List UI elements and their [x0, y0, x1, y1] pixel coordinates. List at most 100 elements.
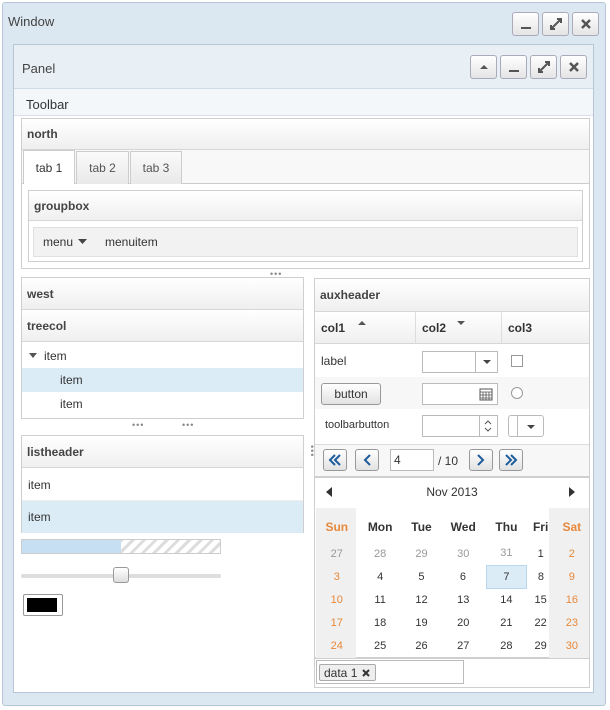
calendar-day[interactable]: 22	[527, 611, 555, 634]
col2-header[interactable]: col2	[416, 312, 502, 344]
close-button[interactable]	[572, 12, 599, 36]
calendar-day[interactable]: 8	[527, 565, 555, 588]
west-splitter-1[interactable]: •••	[132, 420, 144, 430]
minimize-icon	[508, 70, 519, 72]
calendar-day[interactable]: 18	[358, 611, 403, 634]
grid: auxheader col1 col2 col3 label button to…	[314, 278, 590, 477]
progress-fill	[22, 540, 121, 553]
close-icon	[568, 62, 579, 72]
calendar-day[interactable]: 30	[440, 542, 486, 565]
west-region: west treecol item item item	[21, 277, 304, 419]
calendar-day[interactable]: 27	[316, 542, 358, 565]
first-page-button[interactable]	[323, 449, 347, 471]
auxheader: auxheader	[315, 279, 589, 312]
calendar-day[interactable]: 9	[555, 565, 589, 588]
calendar-day[interactable]: 25	[358, 634, 403, 657]
calendar-day[interactable]: 28	[358, 542, 403, 565]
calendar-day[interactable]: 27	[440, 634, 486, 657]
calendar-day[interactable]: 24	[316, 634, 358, 657]
grid-button[interactable]: button	[321, 383, 381, 405]
calendar-day[interactable]: 14	[486, 588, 526, 611]
maximize-button[interactable]	[542, 12, 569, 36]
chevron-down-icon	[29, 353, 37, 358]
list-item[interactable]: item	[22, 469, 303, 501]
page-input[interactable]: 4	[390, 449, 434, 471]
last-page-button[interactable]	[499, 449, 523, 471]
double-chevron-left-icon	[328, 454, 341, 466]
tree-item[interactable]: item	[22, 392, 303, 416]
calendar-day[interactable]: 15	[527, 588, 555, 611]
calendar-day[interactable]: 11	[358, 588, 403, 611]
west-splitter-2[interactable]: •••	[182, 420, 194, 430]
calendar-grid: Sun Mon Tue Wed Thu Fri Sat 27 28 29 30 31 1 2 3 4 5 6 7 8 9…	[316, 512, 589, 657]
calendar-day[interactable]: 4	[358, 565, 403, 588]
calendar-day[interactable]: 3	[316, 565, 358, 588]
panel-maximize-button[interactable]	[530, 55, 557, 79]
list-item-selected[interactable]: item	[22, 501, 303, 533]
combobox-toggle[interactable]	[475, 352, 497, 372]
tab-2[interactable]: tab 2	[76, 151, 129, 184]
col1-header[interactable]: col1	[315, 312, 416, 344]
tab-1[interactable]: tab 1	[23, 150, 75, 184]
calendar-day[interactable]: 20	[440, 611, 486, 634]
sort-desc-icon	[457, 321, 466, 325]
calendar-day[interactable]: 12	[403, 588, 440, 611]
calendar-day[interactable]: 23	[555, 611, 589, 634]
radio[interactable]	[511, 387, 523, 399]
tree-item-label: item	[44, 349, 67, 363]
col2-label: col2	[422, 321, 447, 335]
calendar-day[interactable]: 1	[527, 542, 555, 565]
calendar-day[interactable]: 30	[555, 634, 589, 657]
calendar-day[interactable]: 26	[403, 634, 440, 657]
calendar-day[interactable]: 13	[440, 588, 486, 611]
panel-title: Panel	[22, 61, 56, 76]
panel-close-button[interactable]	[560, 55, 587, 79]
spinner-buttons[interactable]	[479, 416, 497, 436]
calendar-day[interactable]: 29	[403, 542, 440, 565]
collapse-button[interactable]	[470, 55, 497, 79]
calendar-day[interactable]: 21	[486, 611, 526, 634]
col3-header[interactable]: col3	[502, 312, 589, 344]
combobutton[interactable]	[508, 415, 544, 437]
menu[interactable]: menu	[37, 231, 90, 253]
maximize-icon	[537, 61, 550, 73]
panel-minimize-button[interactable]	[500, 55, 527, 79]
menuitem[interactable]: menuitem	[99, 231, 158, 253]
calendar-day[interactable]: 2	[555, 542, 589, 565]
calendar-day[interactable]: 10	[316, 588, 358, 611]
tree-item-selected[interactable]: item	[22, 368, 303, 392]
listheader: listheader	[22, 436, 303, 468]
calendar-next-icon[interactable]	[567, 486, 577, 498]
slider-handle[interactable]	[113, 567, 129, 583]
north-region: north tab 1 tab 2 tab 3 groupbox menu me…	[21, 118, 590, 269]
maximize-icon	[549, 18, 562, 30]
chosen-item-label: data 1	[324, 665, 358, 680]
calendar-day-header: Tue	[411, 520, 432, 534]
calendar-day[interactable]: 17	[316, 611, 358, 634]
chosenbox[interactable]: data 1	[316, 660, 464, 684]
calendar-month[interactable]: Nov 2013	[315, 485, 589, 499]
combobox[interactable]	[422, 351, 498, 373]
calendar-day[interactable]: 16	[555, 588, 589, 611]
toolbarbutton[interactable]: toolbarbutton	[319, 409, 389, 441]
calendar-day[interactable]: 19	[403, 611, 440, 634]
calendar-day[interactable]: 5	[403, 565, 440, 588]
datebox[interactable]	[422, 383, 498, 405]
calendar-day[interactable]: 31	[486, 542, 526, 565]
calendar-day-header: Mon	[367, 520, 393, 534]
calendar-day[interactable]: 7	[485, 564, 528, 589]
calendar-day[interactable]: 29	[527, 634, 555, 657]
chosen-item[interactable]: data 1	[319, 664, 377, 681]
checkbox[interactable]	[511, 355, 523, 367]
calendar-day[interactable]: 6	[440, 565, 486, 588]
calendar-day[interactable]: 28	[486, 634, 526, 657]
next-page-button[interactable]	[469, 449, 493, 471]
tree-item-parent[interactable]: item	[22, 344, 303, 368]
tab-3[interactable]: tab 3	[130, 151, 182, 184]
spinner[interactable]	[422, 415, 498, 437]
colorbox[interactable]	[23, 594, 63, 616]
prev-page-button[interactable]	[355, 449, 379, 471]
minimize-button[interactable]	[512, 12, 539, 36]
minimize-icon	[520, 27, 531, 29]
close-icon[interactable]	[361, 668, 371, 678]
